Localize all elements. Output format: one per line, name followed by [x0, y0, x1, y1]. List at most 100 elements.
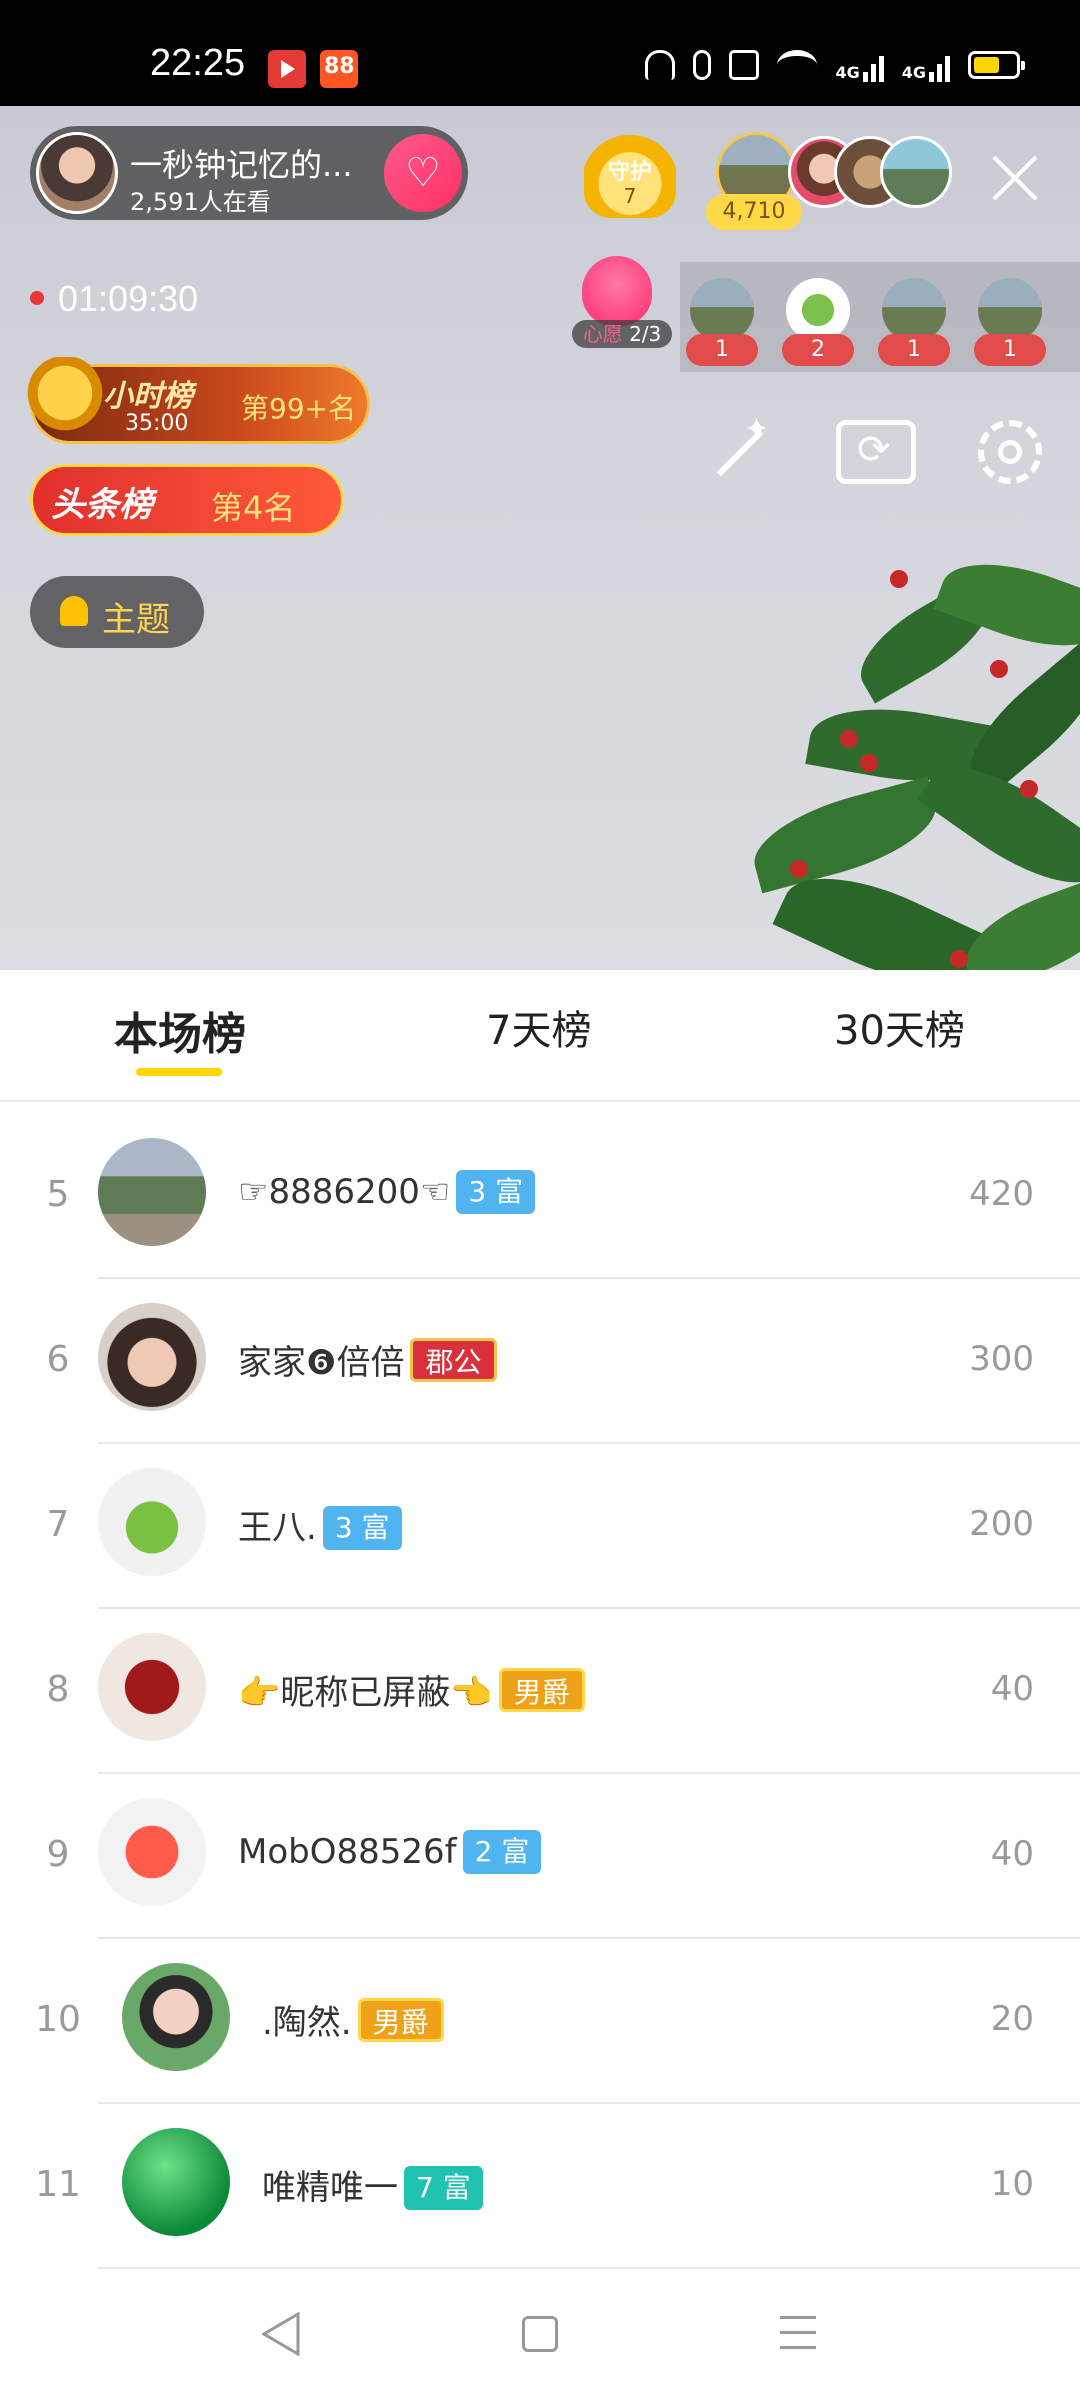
signal-icon: 4G: [835, 48, 884, 82]
user-name[interactable]: 唯精唯一 7 富: [262, 2160, 483, 2210]
timer-text: 01:09:30: [58, 278, 199, 319]
camera-icon: [729, 50, 760, 80]
hour-rank-time: 35:00: [125, 411, 189, 436]
gift-slot[interactable]: 1: [974, 278, 1046, 370]
status-icons: 4G 4G: [645, 48, 1025, 82]
avatar[interactable]: [98, 1303, 206, 1411]
guard-badge[interactable]: 守护 7: [584, 132, 676, 218]
magic-wand-icon[interactable]: [700, 412, 780, 492]
avatar[interactable]: [880, 136, 952, 208]
avatar[interactable]: [122, 1963, 230, 2071]
guard-label: 守护: [607, 160, 652, 185]
hour-rank-badge[interactable]: 小时榜 35:00 第99+名: [25, 357, 370, 447]
divider: [98, 2267, 1080, 2269]
rank-number: 8: [46, 1669, 70, 1710]
theme-button[interactable]: 主题: [30, 576, 204, 648]
viewer-count-text: 2,591人在看: [130, 188, 271, 216]
tab-30-days[interactable]: 30天榜: [834, 998, 965, 1056]
level-badge: 2 富: [462, 1830, 542, 1874]
score: 200: [969, 1504, 1034, 1544]
score: 40: [990, 1834, 1034, 1874]
system-nav-bar: [0, 2270, 1080, 2400]
viewer-total-badge[interactable]: 4,710: [706, 194, 802, 230]
gift-avatar: [786, 278, 850, 342]
score: 20: [990, 1999, 1034, 2039]
back-icon[interactable]: [261, 2311, 300, 2357]
status-bar: 22:25 4G 4G: [0, 0, 1080, 106]
level-badge: 7 富: [404, 2166, 483, 2210]
trophy-icon: [25, 357, 105, 447]
battery-icon: [968, 51, 1025, 79]
score: 300: [969, 1339, 1034, 1379]
avatar[interactable]: [98, 1138, 206, 1246]
leaderboard-panel: 本场榜 7天榜 30天榜 5 ☞8886200☜ 3 富 420 6 家家❻倍倍郡…: [0, 970, 1080, 2270]
close-button[interactable]: [985, 148, 1045, 208]
noble-badge: 郡公: [410, 1338, 497, 1382]
heart-icon: [582, 256, 652, 326]
wifi-icon: [777, 50, 818, 80]
list-item[interactable]: 8 👉昵称已屏蔽👈 男爵 40: [0, 1609, 1080, 1774]
gift-count: 1: [878, 334, 950, 366]
home-icon[interactable]: [522, 2316, 558, 2352]
rank-number: 11: [35, 2164, 81, 2205]
score: 10: [990, 2164, 1034, 2204]
headline-rank-position: 第4名: [211, 489, 296, 527]
list-item[interactable]: 11 唯精唯一 7 富 10: [0, 2104, 1080, 2269]
live-video[interactable]: 一秒钟记忆的... 2,591人在看 ♡ 守护 7 4,710 01:09:30…: [0, 106, 1080, 970]
list-item[interactable]: 10 .陶然. 男爵 20: [0, 1939, 1080, 2104]
headphone-icon: [645, 50, 676, 80]
live-dot-icon: [30, 291, 44, 305]
gift-avatar: [882, 278, 946, 342]
tab-this-session[interactable]: 本场榜: [114, 998, 246, 1062]
rank-number: 5: [46, 1174, 70, 1215]
user-name[interactable]: MobO88526f 2 富: [238, 1830, 542, 1874]
tab-7-days[interactable]: 7天榜: [486, 998, 591, 1056]
hour-rank-title: 小时榜: [103, 379, 193, 414]
user-name[interactable]: 👉昵称已屏蔽👈 男爵: [238, 1665, 585, 1714]
gear-icon[interactable]: [970, 412, 1050, 492]
wish-button[interactable]: 心愿 2/3: [572, 256, 672, 352]
gift-count: 1: [686, 334, 758, 366]
rank-number: 6: [46, 1339, 70, 1380]
active-tab-indicator: [136, 1068, 222, 1076]
host-name: 一秒钟记忆的...: [130, 146, 353, 184]
leaderboard-tabs: 本场榜 7天榜 30天榜: [0, 970, 1080, 1102]
avatar[interactable]: [98, 1798, 206, 1906]
score: 40: [990, 1669, 1034, 1709]
gift-slot[interactable]: 1: [686, 278, 758, 370]
hour-rank-position: 第99+名: [241, 392, 357, 425]
list-item[interactable]: 7 王八. 3 富 200: [0, 1444, 1080, 1609]
rank-number: 9: [46, 1834, 70, 1875]
user-name[interactable]: 家家❻倍倍 郡公: [238, 1335, 497, 1384]
gift-slot[interactable]: 2: [782, 278, 854, 370]
list-item[interactable]: 6 家家❻倍倍 郡公 300: [0, 1279, 1080, 1444]
avatar[interactable]: [98, 1633, 206, 1741]
gift-count: 1: [974, 334, 1046, 366]
microphone-icon: [693, 50, 712, 80]
level-badge: 3 富: [322, 1506, 402, 1550]
menu-icon[interactable]: [780, 2316, 816, 2352]
flip-camera-icon[interactable]: [836, 420, 916, 484]
headline-rank-title: 头条榜: [51, 485, 153, 525]
user-name[interactable]: .陶然. 男爵: [262, 1995, 444, 2044]
score: 420: [969, 1174, 1034, 1214]
list-item[interactable]: 5 ☞8886200☜ 3 富 420: [0, 1114, 1080, 1279]
list-item[interactable]: 9 MobO88526f 2 富 40: [0, 1774, 1080, 1939]
user-name[interactable]: 王八. 3 富: [238, 1500, 402, 1550]
signal-icon-2: 4G: [902, 48, 950, 82]
host-info[interactable]: 一秒钟记忆的... 2,591人在看 ♡: [30, 126, 468, 220]
host-avatar[interactable]: [36, 132, 118, 214]
headline-rank-badge[interactable]: 头条榜 第4名: [30, 464, 344, 536]
bell-icon: [60, 596, 88, 626]
plant-image: [690, 530, 1080, 970]
video-app-icon: [268, 50, 306, 88]
rank-number: 10: [35, 1999, 81, 2040]
follow-heart-button[interactable]: ♡: [384, 134, 462, 212]
noble-badge: 男爵: [357, 1998, 444, 2042]
user-name[interactable]: ☞8886200☜ 3 富: [238, 1170, 536, 1214]
guard-count: 7: [623, 184, 637, 208]
avatar[interactable]: [98, 1468, 206, 1576]
gift-slot[interactable]: 1: [878, 278, 950, 370]
live-timer: 01:09:30: [30, 278, 198, 320]
avatar[interactable]: [122, 2128, 230, 2236]
